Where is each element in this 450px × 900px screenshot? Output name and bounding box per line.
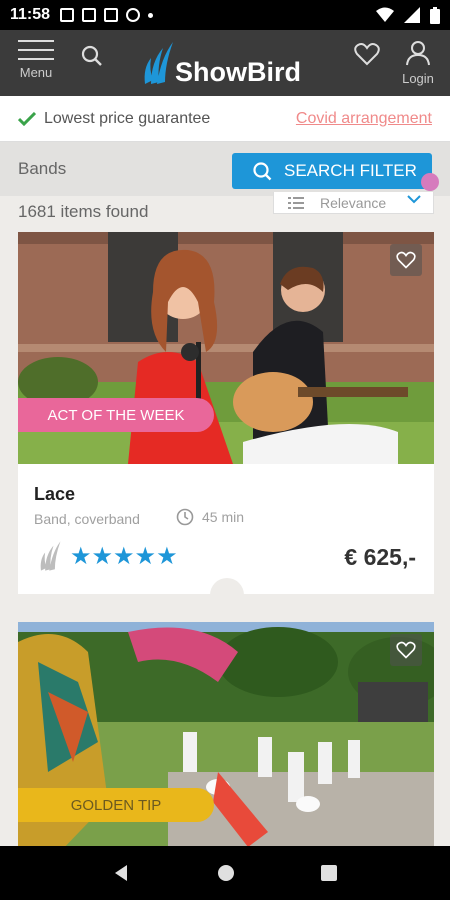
login-label: Login (402, 71, 434, 86)
signal-icon (404, 7, 420, 23)
act-title[interactable]: Lace (34, 484, 75, 505)
logo-text: ShowBird (175, 57, 301, 87)
act-rating: ★★★★★ (38, 540, 178, 572)
act-of-the-week-ribbon: ACT OF THE WEEK (18, 398, 214, 432)
heart-icon (396, 251, 416, 269)
notification-icons (60, 8, 154, 22)
sort-value: Relevance (320, 194, 387, 211)
sync-icon (126, 8, 141, 22)
sd-card-icon (104, 8, 119, 22)
heart-icon (396, 641, 416, 659)
act-card[interactable]: GOLDEN TIP (18, 622, 434, 852)
results-count: 1681 items found (18, 202, 149, 221)
duration-text: 45 min (202, 509, 245, 525)
more-notifications-icon (148, 12, 154, 18)
app-header: Menu ShowBird Login (0, 30, 450, 96)
back-icon[interactable] (113, 864, 131, 882)
battery-icon (430, 6, 440, 24)
favorite-button[interactable] (390, 244, 422, 276)
list-icon (288, 196, 304, 209)
clock-icon (176, 508, 194, 526)
recents-icon[interactable] (321, 865, 337, 881)
sort-select[interactable]: Relevance (273, 192, 434, 214)
mail-icon (60, 8, 75, 22)
home-icon[interactable] (217, 864, 235, 882)
login-button[interactable]: Login (398, 40, 438, 86)
act-duration: 45 min (176, 508, 244, 526)
golden-tip-ribbon: GOLDEN TIP (18, 788, 214, 822)
menu-button[interactable]: Menu (14, 40, 58, 80)
guarantee-text: Lowest price guarantee (44, 109, 211, 127)
favorite-button[interactable] (390, 634, 422, 666)
checkmark-icon (18, 111, 36, 126)
card-notch (210, 578, 244, 612)
wifi-icon (376, 7, 394, 22)
act-price: € 625,- (344, 544, 416, 570)
act-card[interactable]: ACT OF THE WEEK Lace Band, coverband 45 … (18, 232, 434, 612)
search-filter-label: SEARCH FILTER (284, 161, 417, 180)
menu-label: Menu (19, 65, 53, 80)
bird-wing-icon (144, 42, 173, 84)
search-icon (253, 162, 272, 181)
chevron-down-icon (407, 195, 421, 204)
app-screen: 11:58 Menu ShowBird Login Lowest price g… (0, 0, 450, 900)
status-time: 11:58 (10, 6, 51, 23)
showbird-wing-icon (40, 541, 61, 571)
covid-arrangement-link[interactable]: Covid arrangement (296, 110, 432, 128)
play-store-icon (82, 8, 97, 22)
hamburger-icon (14, 40, 58, 60)
user-icon (406, 41, 430, 66)
showbird-logo[interactable]: ShowBird (143, 40, 301, 86)
guarantee-bar: Lowest price guarantee Covid arrangement (0, 96, 450, 142)
status-bar: 11:58 (0, 0, 450, 30)
star-rating: ★★★★★ (70, 542, 178, 570)
filter-bar: Bands SEARCH FILTER (0, 142, 450, 196)
search-filter-button[interactable]: SEARCH FILTER (232, 153, 432, 189)
act-photo[interactable]: ACT OF THE WEEK (18, 232, 434, 464)
favorites-heart-icon[interactable] (354, 42, 380, 66)
category-label: Bands (18, 159, 67, 178)
act-genre: Band, coverband (34, 511, 140, 527)
search-icon[interactable] (80, 44, 104, 68)
filter-indicator-badge (421, 173, 439, 191)
act-photo[interactable]: GOLDEN TIP (18, 622, 434, 852)
system-nav-bar (0, 846, 450, 900)
results-row: 1681 items found Relevance (0, 192, 450, 232)
